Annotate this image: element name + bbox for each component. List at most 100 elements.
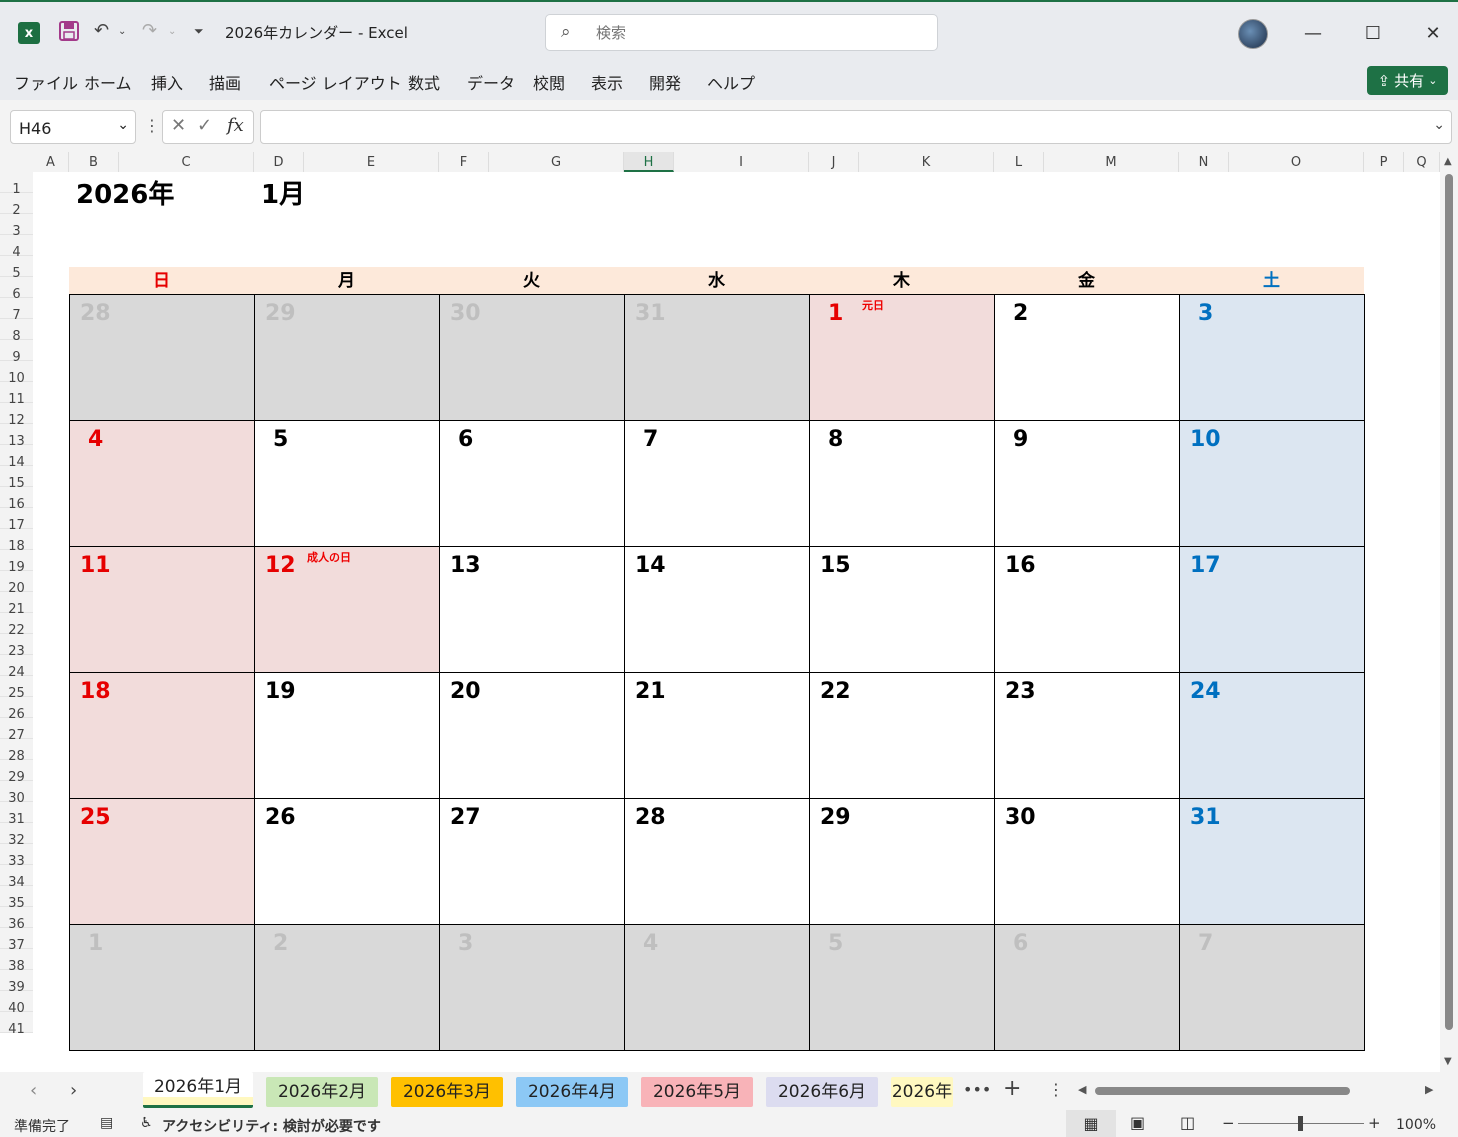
save-icon[interactable] [58,20,80,42]
more-sheets-icon[interactable]: ••• [963,1080,991,1099]
tab-formulas[interactable]: 数式 [408,70,440,94]
calendar-day-cell[interactable]: 6 [440,421,625,547]
row-header-28[interactable]: 28 [0,739,33,764]
horizontal-scroll-thumb[interactable] [1095,1087,1350,1095]
vertical-scroll-thumb[interactable] [1445,174,1453,1030]
cancel-icon[interactable]: ✕ [171,115,186,136]
sheet-tab[interactable]: 2026年6月 [766,1077,878,1107]
row-header-23[interactable]: 23 [0,634,33,659]
sheet-tab[interactable]: 2026年1月 [143,1072,253,1108]
select-all-corner[interactable] [0,152,33,172]
row-header-6[interactable]: 6 [0,277,33,302]
row-header-37[interactable]: 37 [0,928,33,953]
row-header-30[interactable]: 30 [0,781,33,806]
accessibility-icon[interactable]: ♿ [140,1115,153,1131]
row-header-22[interactable]: 22 [0,613,33,638]
row-header-33[interactable]: 33 [0,844,33,869]
calendar-day-cell[interactable]: 2 [255,925,440,1051]
tab-home[interactable]: ホーム [84,70,132,94]
enter-icon[interactable]: ✓ [197,115,212,136]
calendar-day-cell[interactable]: 4 [625,925,810,1051]
calendar-day-cell[interactable]: 18 [70,673,255,799]
calendar-day-cell[interactable]: 27 [440,799,625,925]
calendar-day-cell[interactable]: 6 [995,925,1180,1051]
calendar-day-cell[interactable]: 23 [995,673,1180,799]
calendar-day-cell[interactable]: 4 [70,421,255,547]
zoom-level[interactable]: 100% [1396,1117,1436,1133]
calendar-day-cell[interactable]: 1 [70,925,255,1051]
horizontal-scrollbar[interactable]: ◀ ▶ [1075,1083,1440,1099]
row-header-18[interactable]: 18 [0,529,33,554]
calendar-day-cell[interactable]: 31 [625,295,810,421]
calendar-day-cell[interactable]: 3 [440,925,625,1051]
accessibility-status[interactable]: アクセシビリティ: 検討が必要です [162,1116,381,1136]
row-header-21[interactable]: 21 [0,592,33,617]
row-header-39[interactable]: 39 [0,970,33,995]
chevron-down-icon[interactable]: ⌄ [117,117,129,133]
row-header-27[interactable]: 27 [0,718,33,743]
column-header-i[interactable]: I [674,152,809,172]
tab-file[interactable]: ファイル [14,70,78,94]
undo-icon[interactable]: ↶ [94,20,109,41]
search-input[interactable] [596,21,916,45]
row-header-12[interactable]: 12 [0,403,33,428]
calendar-day-cell[interactable]: 20 [440,673,625,799]
search-box[interactable]: ⌕ [545,14,938,51]
row-header-41[interactable]: 41 [0,1012,33,1037]
redo-icon[interactable]: ↷ [142,20,157,41]
share-button[interactable]: ⇪ 共有 ⌄ [1367,66,1448,95]
row-header-14[interactable]: 14 [0,445,33,470]
tab-help[interactable]: ヘルプ [707,70,755,94]
next-sheet-icon[interactable]: › [70,1080,77,1101]
column-header-q[interactable]: Q [1404,152,1440,172]
row-header-29[interactable]: 29 [0,760,33,785]
zoom-out-icon[interactable]: − [1222,1114,1235,1132]
vertical-scrollbar[interactable]: ▲ ▼ [1440,152,1458,1072]
calendar-day-cell[interactable]: 31 [1180,799,1365,925]
calendar-day-cell[interactable]: 7 [625,421,810,547]
row-header-25[interactable]: 25 [0,676,33,701]
sheet-tab[interactable]: 2026年3月 [391,1077,503,1107]
normal-view-icon[interactable]: ▦ [1066,1110,1116,1137]
column-header-a[interactable]: A [33,152,69,172]
row-header-7[interactable]: 7 [0,298,33,323]
calendar-day-cell[interactable]: 26 [255,799,440,925]
calendar-day-cell[interactable]: 17 [1180,547,1365,673]
maximize-button[interactable]: ☐ [1350,16,1396,50]
calendar-day-cell[interactable]: 5 [810,925,995,1051]
page-layout-view-icon[interactable]: ▣ [1130,1113,1145,1132]
row-header-26[interactable]: 26 [0,697,33,722]
column-header-n[interactable]: N [1179,152,1229,172]
row-header-1[interactable]: 1 [0,172,33,197]
row-header-19[interactable]: 19 [0,550,33,575]
sheet-options-icon[interactable]: ⋮ [1048,1080,1064,1099]
calendar-day-cell[interactable]: 5 [255,421,440,547]
calendar-day-cell[interactable]: 16 [995,547,1180,673]
tab-view[interactable]: 表示 [591,70,623,94]
calendar-day-cell[interactable]: 7 [1180,925,1365,1051]
column-header-k[interactable]: K [859,152,994,172]
column-header-g[interactable]: G [489,152,624,172]
column-header-d[interactable]: D [254,152,304,172]
row-header-8[interactable]: 8 [0,319,33,344]
minimize-button[interactable]: — [1290,16,1336,50]
scroll-right-icon[interactable]: ▶ [1425,1083,1433,1096]
scroll-down-icon[interactable]: ▼ [1444,1056,1452,1067]
calendar-day-cell[interactable]: 30 [995,799,1180,925]
more-options-icon[interactable]: ⋮ [144,116,160,135]
calendar-day-cell[interactable]: 10 [1180,421,1365,547]
row-header-2[interactable]: 2 [0,193,33,218]
row-header-32[interactable]: 32 [0,823,33,848]
calendar-day-cell[interactable]: 22 [810,673,995,799]
macro-record-icon[interactable]: ▤ [100,1115,113,1131]
calendar-day-cell[interactable]: 29 [255,295,440,421]
row-header-13[interactable]: 13 [0,424,33,449]
calendar-day-cell[interactable]: 1 元日 [810,295,995,421]
column-header-j[interactable]: J [809,152,859,172]
scroll-up-icon[interactable]: ▲ [1444,156,1452,167]
row-header-34[interactable]: 34 [0,865,33,890]
row-header-17[interactable]: 17 [0,508,33,533]
zoom-slider-thumb[interactable] [1298,1116,1303,1131]
prev-sheet-icon[interactable]: ‹ [30,1080,37,1101]
column-header-c[interactable]: C [119,152,254,172]
